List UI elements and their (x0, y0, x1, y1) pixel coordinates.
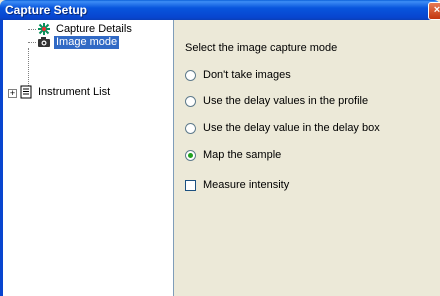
radio-delay-value-box[interactable]: Use the delay value in the delay box (185, 122, 380, 134)
radio-label: Use the delay values in the profile (203, 95, 369, 107)
tree-panel: Capture Details Image mode + Instrument … (3, 20, 174, 296)
radio-button[interactable] (185, 69, 196, 81)
capture-mode-prompt: Select the image capture mode (185, 42, 338, 54)
radio-map-sample[interactable]: Map the sample (185, 149, 281, 161)
title-bar[interactable]: Capture Setup × (0, 0, 440, 20)
checkbox[interactable] (185, 179, 196, 191)
window-title: Capture Setup (5, 3, 88, 17)
tree-item-capture-details[interactable]: Capture Details (37, 22, 134, 36)
tree-connector (28, 42, 36, 43)
snowflake-icon (37, 22, 51, 36)
camera-icon (37, 35, 51, 49)
document-icon (19, 85, 33, 99)
tree-item-image-mode[interactable]: Image mode (37, 35, 120, 49)
radio-label: Don't take images (203, 69, 291, 81)
radio-button[interactable] (185, 149, 196, 161)
radio-button[interactable] (185, 95, 196, 107)
tree-item-label: Instrument List (38, 85, 111, 98)
tree-connector (28, 29, 36, 30)
tree-item-label: Capture Details (56, 22, 132, 35)
radio-delay-values-profile[interactable]: Use the delay values in the profile (185, 95, 368, 107)
expand-toggle[interactable]: + (8, 89, 17, 98)
tree-item-instrument-list[interactable]: Instrument List (19, 85, 112, 99)
measure-intensity-checkbox[interactable]: Measure intensity (185, 179, 289, 191)
tree-item-label: Image mode (54, 35, 120, 49)
radio-dont-take-images[interactable]: Don't take images (185, 69, 291, 81)
radio-label: Map the sample (203, 149, 282, 161)
checkbox-label: Measure intensity (203, 179, 290, 191)
radio-button[interactable] (185, 122, 196, 134)
settings-panel: Select the image capture mode Don't take… (174, 20, 440, 296)
radio-label: Use the delay value in the delay box (203, 122, 380, 134)
close-button[interactable]: × (428, 2, 440, 20)
